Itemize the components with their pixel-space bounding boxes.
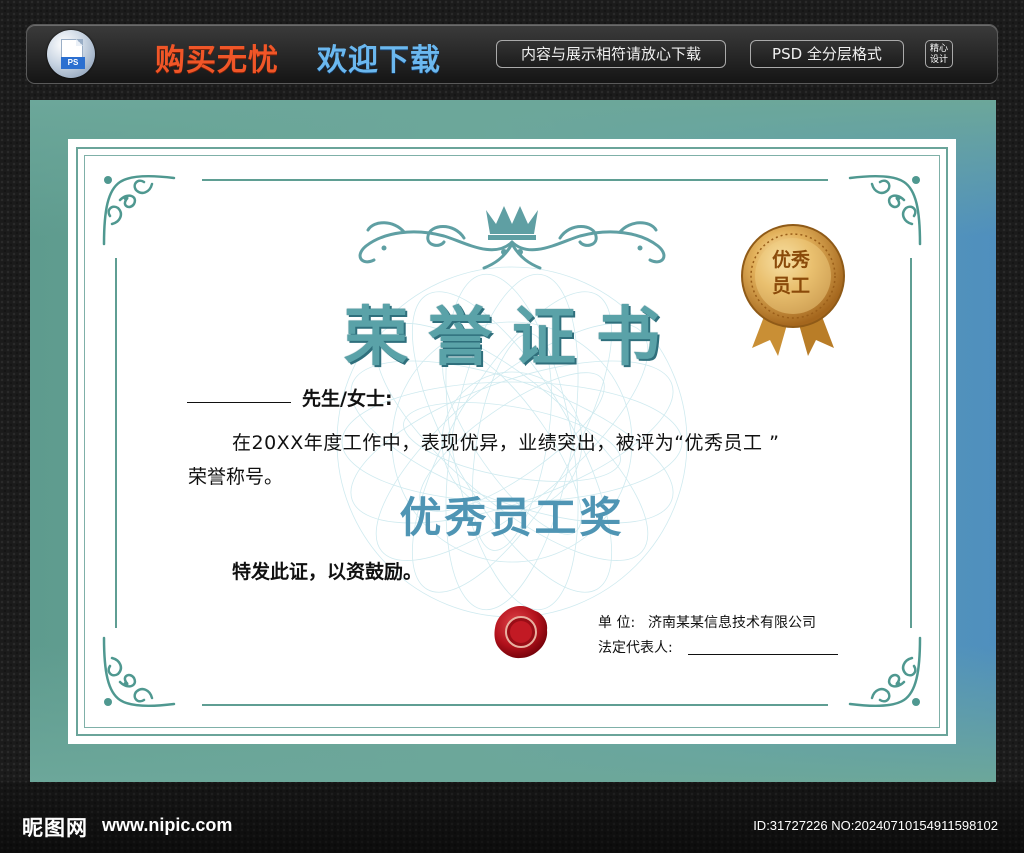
corner-ornament-top-right (848, 175, 922, 246)
body-text-line-2: 荣誉称号。 (188, 466, 284, 488)
slogan-welcome-download: 欢迎下载 (317, 43, 441, 78)
site-logo-text: 昵图网 (22, 815, 88, 840)
legal-representative-line (688, 654, 838, 655)
slogan-worry-free: 购买无忧 (155, 43, 279, 78)
top-banner: PS 购买无忧 欢迎下载 内容与展示相符请放心下载 PSD 全分层格式 精心 设… (26, 24, 998, 84)
ps-file-icon: PS (47, 30, 95, 78)
inner-line-right (910, 258, 912, 628)
design-seal-badge: 精心 设计 (925, 40, 953, 68)
wax-seal-icon (494, 606, 548, 659)
organization-name: 济南某某信息技术有限公司 (648, 615, 816, 631)
inner-line-left (115, 258, 117, 628)
crown-ornament (358, 206, 666, 270)
seal-line-1: 精心 (929, 44, 948, 54)
recipient-name-line (187, 402, 291, 403)
corner-ornament-bottom-right (848, 636, 922, 707)
salutation: 先生/女士: (302, 388, 393, 410)
body-text-line-1: 在20XX年度工作中，表现优异，业绩突出，被评为“优秀员工 ” (232, 432, 780, 454)
medal-text-line-1: 优秀 (771, 249, 810, 271)
certificate-title: 荣誉证书 (344, 300, 680, 375)
medal-text: 优秀 员工 (756, 247, 826, 299)
legal-representative-label: 法定代表人: (598, 640, 673, 656)
ps-tag: PS (61, 57, 85, 69)
issue-statement: 特发此证，以资鼓励。 (232, 561, 423, 583)
psd-format-note: PSD 全分层格式 (750, 40, 904, 68)
image-id-text: ID:31727226 NO:20240710154911598102 (753, 818, 998, 833)
medal-text-line-2: 员工 (771, 275, 810, 297)
organization-label: 单 位: (598, 615, 636, 631)
corner-ornament-bottom-left (102, 636, 176, 707)
award-name: 优秀员工奖 (399, 493, 625, 542)
site-url: www.nipic.com (102, 815, 233, 835)
corner-ornament-top-left (102, 175, 176, 246)
content-match-note: 内容与展示相符请放心下载 (496, 40, 726, 68)
inner-line-top (202, 179, 828, 181)
inner-line-bottom (202, 704, 828, 706)
seal-line-2: 设计 (929, 55, 948, 65)
